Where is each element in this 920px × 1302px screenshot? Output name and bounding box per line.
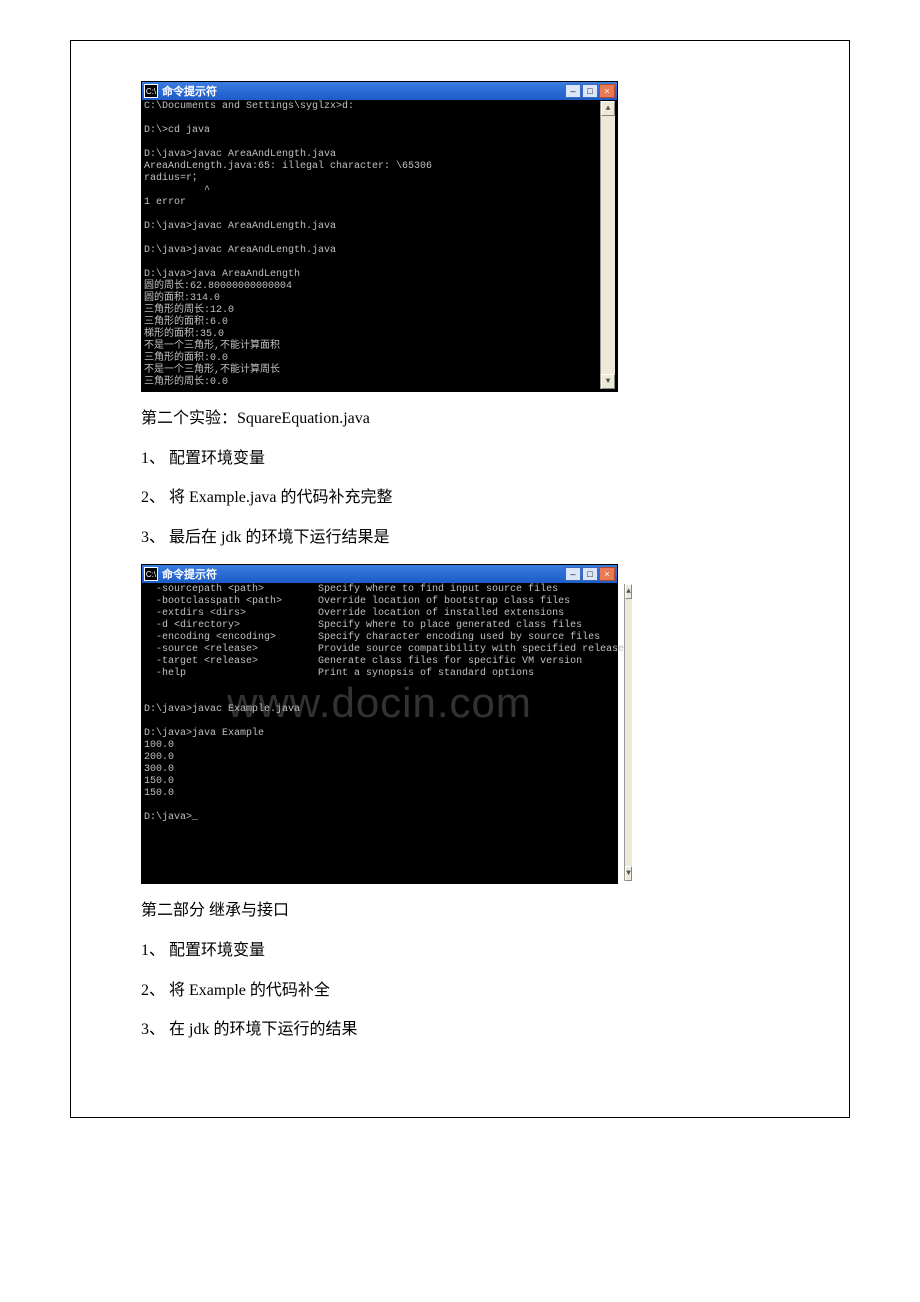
section-a: 第二个实验：SquareEquation.java 1、 配置环境变量 2、 将… (141, 406, 779, 550)
cmd-icon: C:\ (144, 84, 158, 98)
terminal-window-2: C:\ 命令提示符 – □ × www.docin.com -sourcepat… (141, 564, 618, 884)
list-item: 3、 最后在 jdk 的环境下运行结果是 (141, 525, 779, 551)
close-button[interactable]: × (599, 84, 615, 98)
window-title: 命令提示符 (162, 566, 565, 582)
document-page: C:\ 命令提示符 – □ × C:\Documents and Setting… (70, 40, 850, 1118)
console-output: C:\Documents and Settings\syglzx>d: D:\>… (144, 101, 600, 389)
scroll-up-icon[interactable]: ▲ (601, 101, 615, 116)
scroll-track[interactable] (601, 116, 615, 374)
minimize-button[interactable]: – (565, 84, 581, 98)
list-item: 1、 配置环境变量 (141, 446, 779, 472)
list-item: 3、 在 jdk 的环境下运行的结果 (141, 1017, 779, 1043)
list-item: 2、 将 Example 的代码补全 (141, 978, 779, 1004)
console-output: -sourcepath <path> Specify where to find… (144, 584, 624, 881)
scroll-track[interactable] (625, 599, 632, 866)
minimize-button[interactable]: – (565, 567, 581, 581)
titlebar: C:\ 命令提示符 – □ × (142, 565, 617, 583)
list-item: 1、 配置环境变量 (141, 938, 779, 964)
scrollbar[interactable]: ▲ ▼ (624, 584, 632, 881)
cmd-icon: C:\ (144, 567, 158, 581)
console-body: www.docin.com -sourcepath <path> Specify… (142, 583, 617, 883)
scroll-down-icon[interactable]: ▼ (625, 866, 632, 881)
scroll-up-icon[interactable]: ▲ (625, 584, 632, 599)
terminal-window-1: C:\ 命令提示符 – □ × C:\Documents and Setting… (141, 81, 618, 392)
window-controls: – □ × (565, 567, 617, 581)
window-controls: – □ × (565, 84, 617, 98)
close-button[interactable]: × (599, 567, 615, 581)
section-b: 第二部分 继承与接口 1、 配置环境变量 2、 将 Example 的代码补全 … (141, 898, 779, 1042)
scrollbar[interactable]: ▲ ▼ (600, 101, 615, 389)
section-b-heading: 第二部分 继承与接口 (141, 898, 779, 924)
maximize-button[interactable]: □ (582, 567, 598, 581)
scroll-down-icon[interactable]: ▼ (601, 374, 615, 389)
section-a-heading: 第二个实验：SquareEquation.java (141, 406, 779, 432)
window-title: 命令提示符 (162, 83, 565, 99)
maximize-button[interactable]: □ (582, 84, 598, 98)
console-body: C:\Documents and Settings\syglzx>d: D:\>… (142, 100, 617, 391)
list-item: 2、 将 Example.java 的代码补充完整 (141, 485, 779, 511)
titlebar: C:\ 命令提示符 – □ × (142, 82, 617, 100)
